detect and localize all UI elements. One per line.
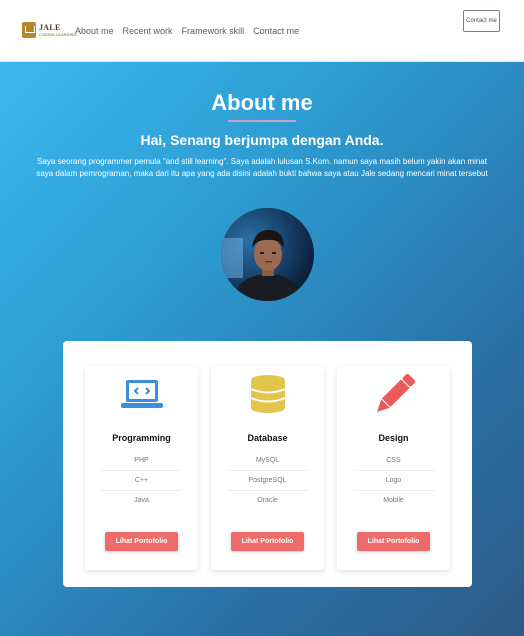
brand-title: JALE	[39, 22, 61, 32]
skill-item: Oracle	[257, 497, 278, 504]
nav-menu: About me Recent work Framework skill Con…	[75, 26, 299, 36]
portfolio-button[interactable]: Lihat Portofolio	[357, 532, 430, 551]
pencil-icon	[376, 374, 415, 412]
title-underline	[228, 120, 296, 122]
skill-card-database: Database MySQL PostgreSQL Oracle Lihat P…	[211, 366, 324, 570]
skill-list: PHP C++ Java	[101, 451, 182, 511]
profile-photo	[221, 208, 314, 301]
nav-link-framework-skill[interactable]: Framework skill	[182, 26, 245, 36]
laptop-code-icon	[120, 380, 163, 408]
about-description: Saya seorang programmer pemula "and stil…	[36, 157, 488, 178]
skill-item: PostgreSQL	[227, 471, 308, 491]
card-title: Design	[378, 433, 409, 443]
portfolio-button[interactable]: Lihat Portofolio	[105, 532, 178, 551]
logo-icon	[22, 22, 36, 38]
skills-panel: Programming PHP C++ Java Lihat Portofoli…	[63, 341, 472, 587]
navbar: JALE CODING LEARNING About me Recent wor…	[0, 0, 524, 62]
nav-link-contact-me[interactable]: Contact me	[253, 26, 299, 36]
card-title: Database	[247, 433, 288, 443]
skill-item: CSS	[353, 451, 434, 471]
skill-item: Logo	[353, 471, 434, 491]
about-section: About me Hai, Senang berjumpa dengan And…	[0, 62, 524, 636]
skill-item: Java	[134, 497, 149, 504]
skill-item: MySQL	[227, 451, 308, 471]
contact-button[interactable]: Contact me	[463, 10, 500, 32]
skill-item: PHP	[101, 451, 182, 471]
database-icon	[250, 375, 285, 413]
section-subtitle: Hai, Senang berjumpa dengan Anda.	[140, 132, 384, 148]
skill-item: Mobile	[383, 497, 404, 504]
nav-link-about-me[interactable]: About me	[75, 26, 114, 36]
skill-list: MySQL PostgreSQL Oracle	[227, 451, 308, 511]
skill-list: CSS Logo Mobile	[353, 451, 434, 511]
section-title: About me	[211, 90, 313, 115]
card-title: Programming	[112, 433, 171, 443]
skill-card-design: Design CSS Logo Mobile Lihat Portofolio	[337, 366, 450, 570]
skill-item: C++	[101, 471, 182, 491]
nav-link-recent-work[interactable]: Recent work	[123, 26, 173, 36]
brand-logo[interactable]: JALE CODING LEARNING	[22, 22, 77, 38]
skill-card-programming: Programming PHP C++ Java Lihat Portofoli…	[85, 366, 198, 570]
portfolio-button[interactable]: Lihat Portofolio	[231, 532, 304, 551]
brand-subtitle: CODING LEARNING	[39, 31, 77, 37]
